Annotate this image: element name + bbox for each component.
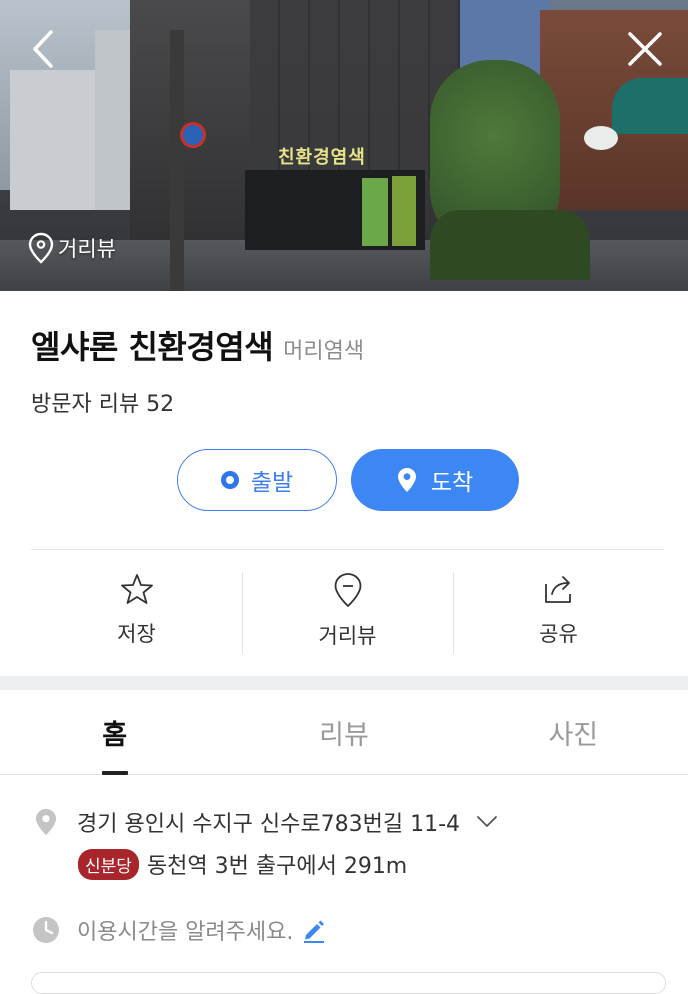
share-label: 공유 xyxy=(539,622,578,646)
chevron-down-icon[interactable] xyxy=(476,815,498,829)
place-category: 머리염색 xyxy=(283,339,365,364)
star-icon xyxy=(120,574,153,604)
street-view-photo[interactable]: 친환경염색 거리뷰 xyxy=(0,0,688,291)
roadview-button[interactable]: 거리뷰 xyxy=(242,550,453,676)
photo-banner xyxy=(392,176,416,246)
close-button[interactable] xyxy=(624,28,666,70)
tab-home[interactable]: 홈 xyxy=(0,690,229,774)
start-label: 출발 xyxy=(250,470,294,496)
close-icon xyxy=(628,32,662,66)
pencil-icon[interactable] xyxy=(301,917,327,943)
start-button[interactable]: 출발 xyxy=(177,449,337,511)
destination-button[interactable]: 도착 xyxy=(351,449,519,511)
station-distance: 동천역 3번 출구에서 291m xyxy=(146,854,408,879)
store-sign: 친환경염색 xyxy=(278,147,366,168)
chevron-left-icon xyxy=(33,30,53,68)
roadview-link[interactable]: 거리뷰 xyxy=(28,232,116,264)
start-dot-icon xyxy=(220,471,239,489)
clock-icon xyxy=(33,917,59,943)
roadview-action-label: 거리뷰 xyxy=(318,624,377,648)
nearby-station: 신분당 동천역 3번 출구에서 291m xyxy=(78,848,407,880)
save-button[interactable]: 저장 xyxy=(31,550,242,676)
photo-banner xyxy=(362,178,388,246)
roadview-label: 거리뷰 xyxy=(58,237,116,261)
hours-prompt: 이용시간을 알려주세요. xyxy=(77,920,294,945)
address-row[interactable]: 경기 용인시 수지구 신수로783번길 11-4 xyxy=(31,806,498,838)
action-bar: 저장 거리뷰 공유 xyxy=(31,550,664,676)
subway-line-badge: 신분당 xyxy=(78,848,139,880)
back-button[interactable] xyxy=(27,28,61,70)
share-button[interactable]: 공유 xyxy=(453,550,664,676)
location-pin-icon xyxy=(28,232,54,264)
share-icon xyxy=(544,576,571,603)
next-section-card xyxy=(31,972,666,994)
destination-label: 도착 xyxy=(430,470,474,496)
tab-reviews[interactable]: 리뷰 xyxy=(229,690,458,774)
photo-plants xyxy=(430,210,590,280)
save-label: 저장 xyxy=(117,622,156,646)
hours-row[interactable]: 이용시간을 알려주세요. xyxy=(31,914,327,946)
photo-street-lamp xyxy=(584,126,618,150)
pin-icon xyxy=(334,573,361,608)
location-pin-icon xyxy=(397,468,416,492)
location-pin-icon xyxy=(36,809,56,835)
section-divider xyxy=(0,676,688,690)
review-count[interactable]: 방문자 리뷰 52 xyxy=(31,386,174,418)
tab-photos[interactable]: 사진 xyxy=(459,690,688,774)
photo-awning xyxy=(612,78,688,134)
no-parking-sign xyxy=(180,122,206,148)
address-text: 경기 용인시 수지구 신수로783번길 11-4 xyxy=(77,812,461,837)
photo-pole xyxy=(170,30,184,291)
place-header: 엘샤론 친환경염색 머리염색 xyxy=(31,322,364,368)
tab-bar: 홈 리뷰 사진 xyxy=(0,690,688,775)
place-name: 엘샤론 친환경염색 xyxy=(31,328,274,366)
